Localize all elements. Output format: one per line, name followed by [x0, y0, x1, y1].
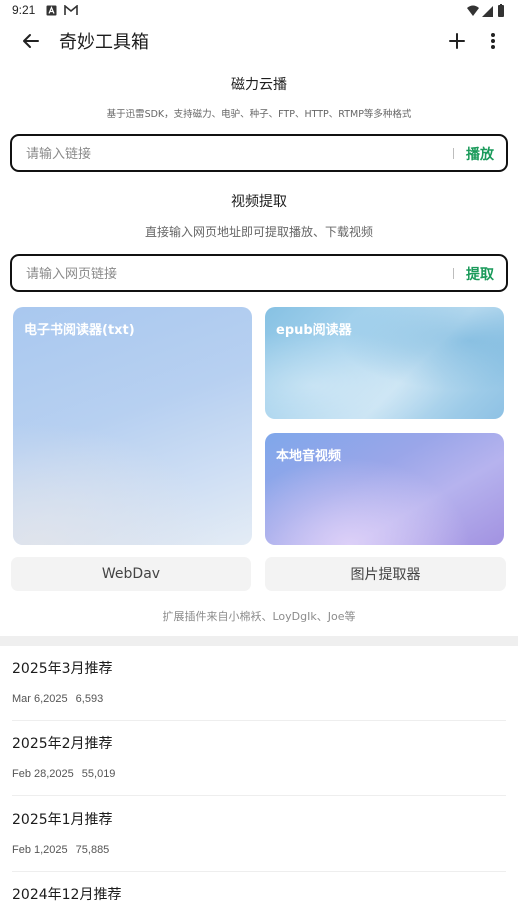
image-extractor-button[interactable]: 图片提取器 — [265, 557, 506, 591]
back-button[interactable] — [18, 28, 44, 54]
status-time: 9:21 — [12, 3, 36, 17]
m-icon — [64, 5, 78, 15]
epub-reader-card[interactable]: epub阅读器 — [265, 307, 504, 419]
status-bar: 9:21 — [0, 0, 518, 22]
ebook-reader-label: 电子书阅读器(txt) — [24, 323, 135, 338]
signal-icon — [482, 6, 493, 17]
list-item-date: Feb 28,2025 — [12, 768, 74, 780]
webpage-link-input[interactable] — [26, 264, 446, 284]
play-button[interactable]: 播放 — [466, 144, 494, 164]
plus-icon — [449, 33, 465, 49]
more-options-button[interactable] — [482, 28, 504, 54]
status-right-icons — [467, 4, 504, 17]
ebook-reader-card[interactable]: 电子书阅读器(txt) — [13, 307, 252, 545]
list-item-meta: Feb 1,2025 75,885 — [12, 844, 109, 856]
webdav-button[interactable]: WebDav — [11, 557, 251, 591]
list-item-meta: Feb 28,2025 55,019 — [12, 768, 115, 780]
input-divider — [453, 148, 454, 159]
list-item-title: 2025年3月推荐 — [12, 661, 113, 677]
video-input-box: 提取 — [10, 254, 508, 292]
wifi-icon — [467, 5, 479, 16]
list-item-title: 2025年2月推荐 — [12, 736, 113, 752]
list-item-date: Feb 1,2025 — [12, 844, 68, 856]
video-section-subtitle: 直接输入网页地址即可提取播放、下载视频 — [144, 225, 373, 239]
list-item-count: 6,593 — [75, 693, 104, 705]
section-divider — [0, 636, 518, 646]
list-item-meta: Mar 6,2025 6,593 — [12, 693, 103, 705]
magnet-input-box: 播放 — [10, 134, 508, 172]
list-item[interactable]: 2025年3月推荐 Mar 6,2025 6,593 — [0, 646, 518, 721]
list-item-count: 55,019 — [81, 768, 116, 780]
more-vertical-icon — [491, 33, 495, 49]
list-item[interactable]: 2025年2月推荐 Feb 28,2025 55,019 — [0, 721, 518, 796]
page-title: 奇妙工具箱 — [59, 32, 149, 53]
local-media-card[interactable]: 本地音视频 — [265, 433, 504, 545]
list-item-date: Mar 6,2025 — [12, 693, 68, 705]
extract-button[interactable]: 提取 — [466, 264, 494, 284]
add-button[interactable] — [444, 28, 470, 54]
magnet-section-subtitle: 基于迅雷SDK，支持磁力、电驴、种子、FTP、HTTP、RTMP等多种格式 — [106, 109, 412, 120]
list-item-count: 75,885 — [75, 844, 110, 856]
magnet-link-input[interactable] — [26, 144, 446, 164]
list-item[interactable]: 2025年1月推荐 Feb 1,2025 75,885 — [0, 797, 518, 872]
magnet-section-title: 磁力云播 — [231, 77, 287, 93]
list-item-title: 2025年1月推荐 — [12, 812, 113, 828]
list-item-title: 2024年12月推荐 — [12, 887, 122, 903]
credits-text: 扩展插件来自小棉袄、LoyDgIk、Joe等 — [162, 610, 356, 623]
epub-reader-label: epub阅读器 — [276, 323, 352, 338]
local-media-label: 本地音视频 — [276, 449, 342, 464]
list-separator — [12, 795, 506, 796]
battery-icon — [498, 5, 504, 17]
video-section-title: 视频提取 — [231, 194, 287, 210]
input-divider — [453, 268, 454, 279]
app-bar: 奇妙工具箱 — [0, 22, 518, 60]
list-item[interactable]: 2024年12月推荐 — [0, 872, 518, 922]
a-icon — [46, 5, 57, 16]
arrow-left-icon — [23, 34, 39, 48]
